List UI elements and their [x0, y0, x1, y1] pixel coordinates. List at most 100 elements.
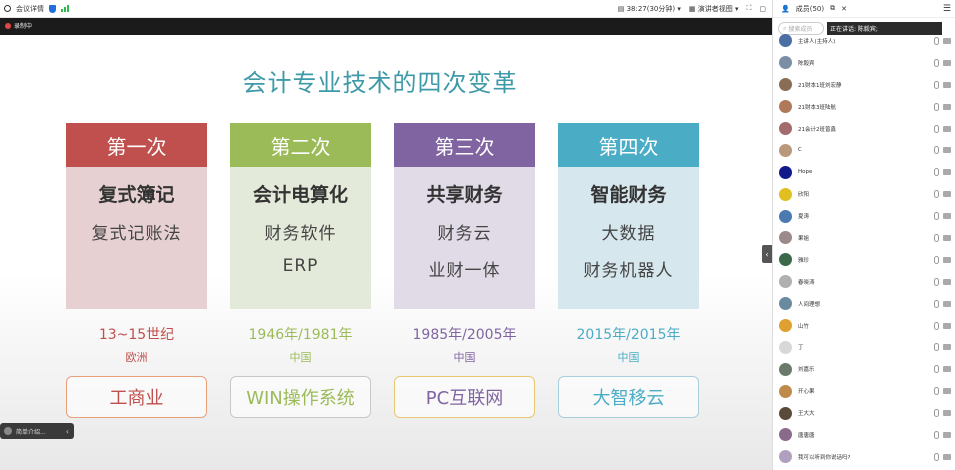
era-date-3: 1985年/2005年 中国 [394, 324, 535, 365]
member-row[interactable]: 春晓涛 [773, 271, 955, 293]
camera-icon[interactable] [943, 191, 951, 198]
member-row[interactable]: 陈毅宾 [773, 52, 955, 74]
era-keyword: 共享财务 [426, 184, 503, 206]
chevron-left-icon[interactable]: ‹ [66, 427, 74, 436]
camera-icon[interactable] [943, 453, 951, 460]
camera-icon[interactable] [943, 256, 951, 263]
microphone-icon[interactable] [934, 299, 939, 308]
members-panel: 👤 成员(50) ⧉ ✕ ☰ ⌕ 搜索成员 正在讲话: 陈毅宾; 主讲人(主持人… [772, 0, 955, 470]
microphone-icon[interactable] [934, 58, 939, 67]
microphone-icon[interactable] [934, 124, 939, 133]
member-row[interactable]: 欣阳 [773, 183, 955, 205]
era-domain-2: WIN操作系统 [230, 376, 371, 418]
view-mode-label: 演讲者视图 [697, 4, 733, 13]
member-row[interactable]: 我可以听到你说话吗? [773, 446, 955, 468]
close-icon[interactable]: ✕ [841, 5, 847, 13]
era-line: 财务软件 [264, 224, 337, 244]
member-row[interactable]: 人间理想 [773, 293, 955, 315]
info-icon[interactable] [4, 5, 11, 12]
microphone-icon[interactable] [934, 234, 939, 243]
microphone-icon[interactable] [934, 343, 939, 352]
microphone-icon[interactable] [934, 387, 939, 396]
member-row[interactable]: 果姐 [773, 227, 955, 249]
member-row[interactable]: 21财本3班陆航 [773, 96, 955, 118]
member-row[interactable]: 丁 [773, 336, 955, 358]
member-row[interactable]: 21财本1班刘宏静 [773, 74, 955, 96]
recording-indicator[interactable]: 录制中 [5, 21, 32, 30]
camera-icon[interactable] [943, 322, 951, 329]
era-card-1: 第一次 复式簿记 复式记账法 [66, 123, 207, 309]
member-row[interactable]: 刘嘉乐 [773, 358, 955, 380]
camera-icon[interactable] [943, 388, 951, 395]
camera-icon[interactable] [943, 344, 951, 351]
member-row[interactable]: 王大大 [773, 402, 955, 424]
microphone-icon[interactable] [934, 255, 939, 264]
member-row[interactable]: 山竹 [773, 315, 955, 337]
shield-icon[interactable] [49, 4, 56, 13]
camera-icon[interactable] [943, 235, 951, 242]
member-row[interactable]: 唐唐唐 [773, 424, 955, 446]
era-region: 欧洲 [125, 351, 148, 364]
camera-icon[interactable] [943, 125, 951, 132]
avatar [779, 384, 792, 398]
popout-icon[interactable]: ⧉ [830, 4, 835, 13]
camera-icon[interactable] [943, 103, 951, 110]
member-row[interactable]: Hope [773, 161, 955, 183]
microphone-icon[interactable] [934, 321, 939, 330]
camera-icon[interactable] [943, 410, 951, 417]
fullscreen-icon[interactable]: ⛶ [746, 4, 751, 13]
microphone-icon[interactable] [934, 102, 939, 111]
member-name: 21财本1班刘宏静 [798, 82, 842, 89]
member-name: 王大大 [798, 411, 815, 418]
microphone-icon[interactable] [934, 146, 939, 155]
member-row[interactable]: C [773, 139, 955, 161]
signal-icon[interactable] [61, 5, 69, 12]
era-card-4: 第四次 智能财务 大数据 财务机器人 [558, 123, 699, 309]
camera-icon[interactable] [943, 278, 951, 285]
member-row[interactable]: 雅珍 [773, 249, 955, 271]
era-card-head: 第四次 [558, 123, 699, 167]
camera-icon[interactable] [943, 366, 951, 373]
microphone-icon[interactable] [934, 37, 939, 45]
microphone-icon[interactable] [934, 168, 939, 177]
camera-icon[interactable] [943, 38, 951, 44]
camera-icon[interactable] [943, 169, 951, 176]
era-years: 13~15世纪 [98, 327, 175, 343]
era-region: 中国 [453, 351, 476, 364]
microphone-icon[interactable] [934, 431, 939, 440]
camera-icon[interactable] [943, 147, 951, 154]
member-row[interactable]: 开心果 [773, 380, 955, 402]
microphone-icon[interactable] [934, 190, 939, 199]
members-title: 成员(50) [795, 4, 825, 13]
era-keyword: 智能财务 [590, 184, 667, 206]
collapse-panel-handle[interactable]: ‹ [762, 245, 772, 263]
microphone-icon[interactable] [934, 277, 939, 286]
note-button[interactable]: 简单介绍... ‹ [0, 423, 74, 439]
member-row[interactable]: 夏涛 [773, 205, 955, 227]
microphone-icon[interactable] [934, 452, 939, 461]
era-years: 2015年/2015年 [576, 327, 681, 343]
member-row[interactable]: 21会计2班曾鑫 [773, 118, 955, 140]
avatar [779, 231, 792, 245]
menu-icon[interactable]: ☰ [943, 4, 955, 14]
member-row[interactable]: 主讲人(主持人) [773, 30, 955, 52]
camera-icon[interactable] [943, 213, 951, 220]
camera-icon[interactable] [943, 59, 951, 66]
microphone-icon[interactable] [934, 409, 939, 418]
era-domain-4: 大智移云 [558, 376, 699, 418]
camera-icon[interactable] [943, 81, 951, 88]
microphone-icon[interactable] [934, 365, 939, 374]
era-date-4: 2015年/2015年 中国 [558, 324, 699, 365]
era-line: ERP [282, 256, 319, 276]
camera-icon[interactable] [943, 432, 951, 439]
microphone-icon[interactable] [934, 212, 939, 221]
meeting-info-link[interactable]: 会议详情 [16, 4, 44, 14]
avatar [779, 340, 792, 354]
microphone-icon[interactable] [934, 80, 939, 89]
camera-icon[interactable] [943, 300, 951, 307]
close-icon[interactable] [4, 427, 12, 435]
view-mode-button[interactable]: ▦ 演讲者视图 ▾ [689, 4, 739, 14]
era-line: 财务云 [437, 224, 492, 244]
window-icon[interactable]: ▢ [759, 5, 766, 13]
era-card-body: 智能财务 大数据 财务机器人 [558, 167, 699, 309]
